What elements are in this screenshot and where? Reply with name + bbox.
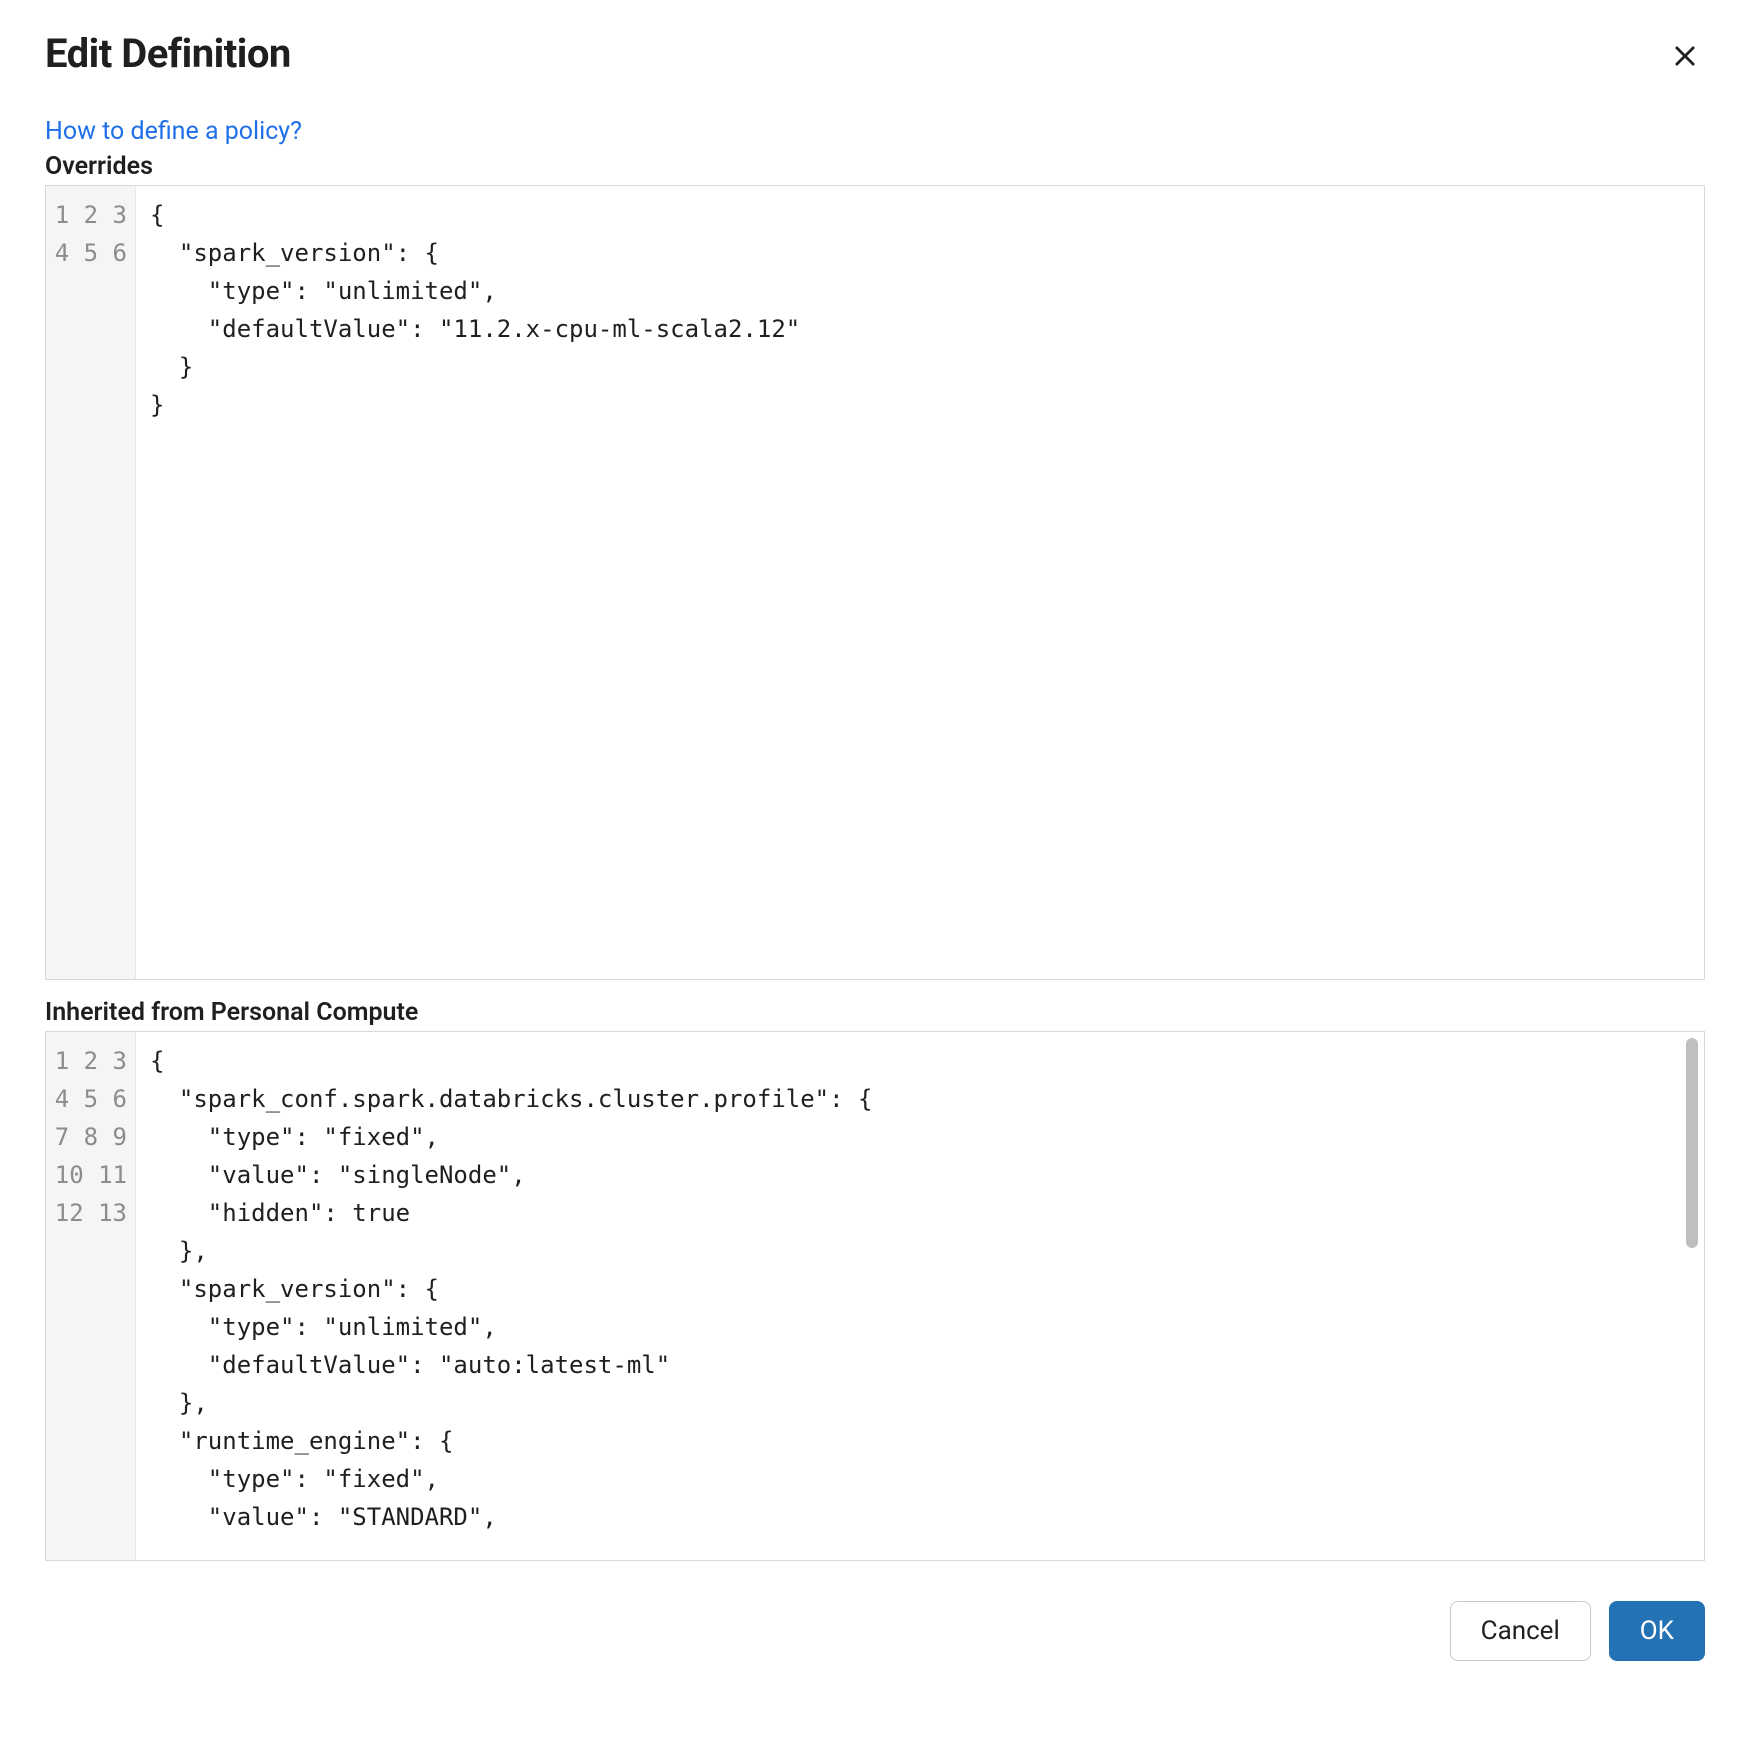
inherited-editor: 1 2 3 4 5 6 7 8 9 10 11 12 13 { "spark_c… <box>45 1031 1705 1561</box>
inherited-label: Inherited from Personal Compute <box>45 998 1705 1027</box>
edit-definition-dialog: Edit Definition How to define a policy? … <box>0 0 1750 1701</box>
dialog-title: Edit Definition <box>45 30 291 77</box>
overrides-label: Overrides <box>45 152 1705 181</box>
inherited-gutter: 1 2 3 4 5 6 7 8 9 10 11 12 13 <box>46 1032 136 1560</box>
close-button[interactable] <box>1665 36 1705 76</box>
overrides-editor[interactable]: 1 2 3 4 5 6 { "spark_version": { "type":… <box>45 185 1705 980</box>
overrides-gutter: 1 2 3 4 5 6 <box>46 186 136 979</box>
dialog-footer: Cancel OK <box>45 1601 1705 1661</box>
overrides-code[interactable]: { "spark_version": { "type": "unlimited"… <box>136 186 1704 979</box>
help-link[interactable]: How to define a policy? <box>45 117 302 146</box>
close-icon <box>1671 42 1699 70</box>
cancel-button[interactable]: Cancel <box>1450 1601 1591 1661</box>
inherited-code: { "spark_conf.spark.databricks.cluster.p… <box>136 1032 1704 1560</box>
inherited-scrollbar[interactable] <box>1686 1038 1698 1554</box>
dialog-header: Edit Definition <box>45 30 1705 117</box>
inherited-scrollbar-thumb[interactable] <box>1686 1038 1698 1248</box>
ok-button[interactable]: OK <box>1609 1601 1705 1661</box>
